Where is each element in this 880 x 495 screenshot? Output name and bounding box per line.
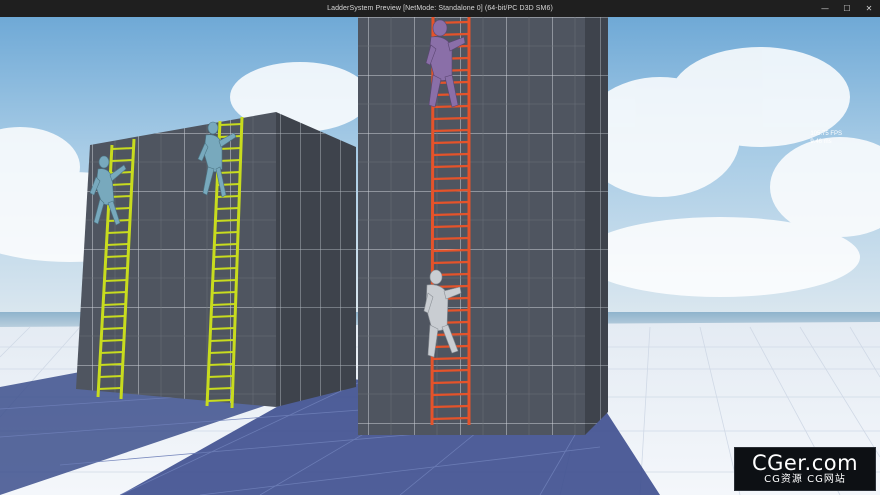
ladder-rung (104, 279, 128, 282)
ladder-rung (432, 356, 470, 361)
tall-block-front (358, 17, 585, 435)
ladder-rung (100, 351, 124, 354)
watermark-sub: CG资源 CG网站 (764, 474, 846, 485)
ladder-rung (432, 152, 470, 157)
ladder-rung (216, 207, 240, 210)
ladder-rung (214, 231, 239, 234)
watermark-main: CGer.com (751, 451, 859, 475)
ladder-rung (432, 176, 470, 181)
ladder-rung (105, 255, 129, 258)
ladder-rung (107, 231, 130, 234)
frame-time-readout: 9.46 ms (810, 139, 832, 145)
ladder-rung (432, 404, 470, 409)
ladder-rung (210, 315, 236, 318)
maximize-button[interactable]: ☐ (836, 0, 858, 17)
ladder-rung (432, 140, 470, 145)
ladder-rung (432, 248, 470, 253)
ladder-rung (212, 279, 237, 282)
ladder-rung (432, 224, 470, 229)
ladder-rung (432, 380, 470, 385)
window-controls: — ☐ ✕ (814, 0, 880, 17)
ladder-rung (432, 188, 470, 193)
minimize-button[interactable]: — (814, 0, 836, 17)
ladder-rung (213, 255, 238, 258)
ladder-rung (209, 351, 234, 354)
ladder-rung (98, 387, 122, 390)
close-button[interactable]: ✕ (858, 0, 880, 17)
ladder-rung (213, 267, 237, 270)
ladder-rung (432, 116, 470, 121)
ladder-rung (431, 416, 470, 421)
ladder-rung (216, 195, 240, 198)
ladder-rung (432, 392, 470, 397)
ladder-rung (99, 363, 123, 366)
ladder-rung (207, 399, 233, 402)
ladder-rung (98, 375, 122, 378)
window-title-bar[interactable]: LadderSystem Preview [NetMode: Standalon… (0, 0, 880, 17)
ladder-rung (432, 236, 470, 241)
ladder-rung (432, 200, 470, 205)
ladder-rung (215, 219, 239, 222)
game-viewport[interactable]: 105.75 FPS 9.46 ms (0, 17, 880, 495)
watermark-logo: CGer.com CG资源 CG网站 (734, 447, 876, 491)
ladder-rung (432, 260, 470, 265)
window-title: LadderSystem Preview [NetMode: Standalon… (327, 5, 553, 12)
ladder-rung (208, 375, 233, 378)
left-block-side (276, 112, 356, 407)
ladder-rung (212, 291, 236, 294)
ladder-rung (106, 243, 129, 246)
ladder-rung (101, 327, 125, 330)
ladder-rung (432, 212, 470, 217)
ladder-rung (432, 128, 470, 133)
ladder-rung (102, 315, 126, 318)
fps-readout: 105.75 FPS (810, 131, 842, 137)
ladder-rung (210, 327, 235, 330)
ladder-rung (209, 339, 235, 342)
ladder-rung (207, 387, 233, 390)
ladder-rung (432, 368, 470, 373)
ladder-rung (219, 123, 243, 126)
scene-render (0, 17, 880, 495)
ladder-rung (214, 243, 238, 246)
ladder-rung (432, 164, 470, 169)
ladder-rung (432, 104, 470, 109)
ladder-rung (100, 339, 124, 342)
ladder-rung (208, 363, 234, 366)
ladder-rung (111, 147, 135, 150)
ladder-rung (103, 303, 126, 306)
ladder-rung (109, 183, 133, 186)
ladder-rung (211, 303, 236, 306)
ladder-rung (111, 159, 134, 162)
fps-stats: 105.75 FPS 9.46 ms (810, 130, 842, 146)
ladder-rung (105, 267, 128, 270)
ladder-rung (103, 291, 127, 294)
